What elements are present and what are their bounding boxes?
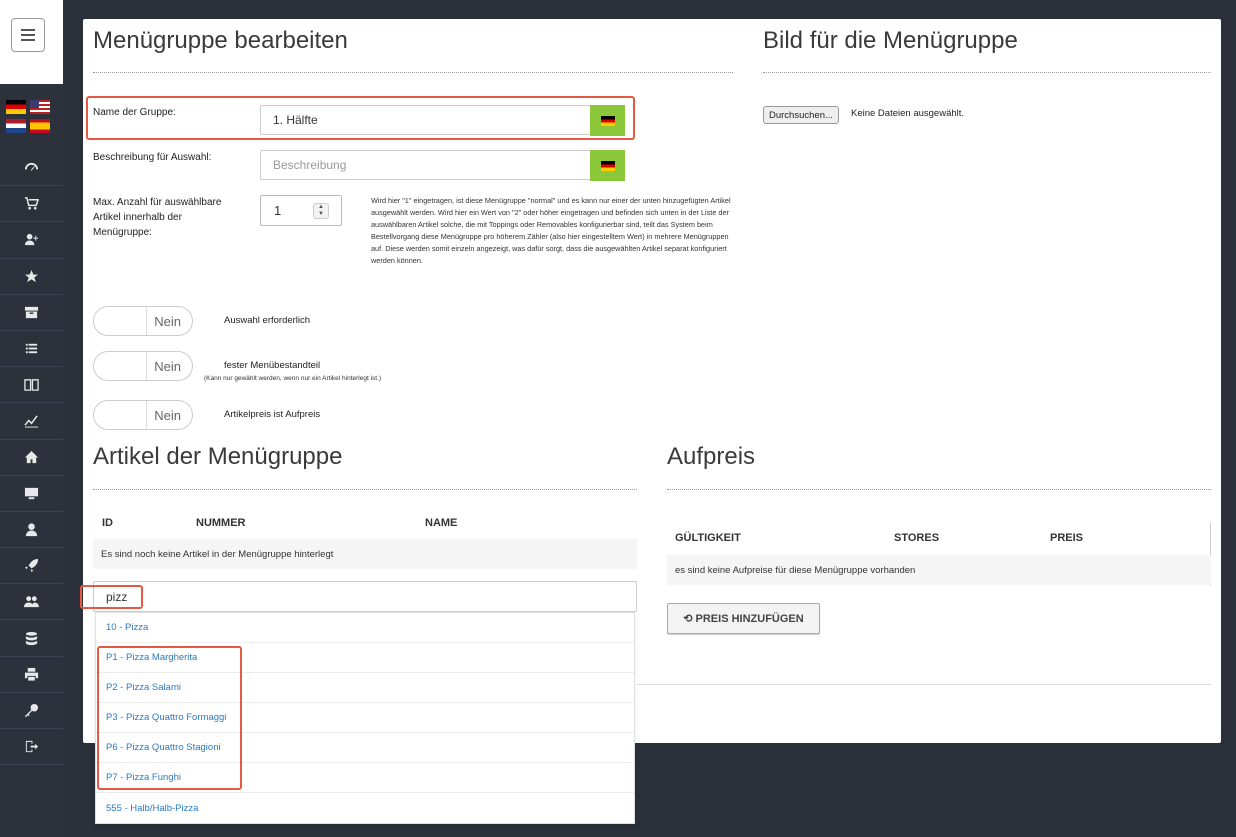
flag-de-icon — [600, 160, 615, 171]
toggle-fixed[interactable]: Nein — [93, 351, 193, 381]
sidebar-nav — [0, 150, 63, 766]
col-id[interactable]: ID — [102, 517, 113, 529]
printer-icon[interactable] — [0, 657, 63, 693]
suggestion-item[interactable]: 555 - Halb/Halb-Pizza — [96, 793, 634, 823]
add-price-label: PREIS HINZUFÜGEN — [695, 612, 804, 625]
flag-nl-icon[interactable] — [6, 119, 26, 133]
sidebar-header — [0, 0, 63, 84]
description-label: Beschreibung für Auswahl: — [93, 152, 212, 163]
monitor-icon[interactable] — [0, 476, 63, 512]
user-icon[interactable] — [0, 512, 63, 549]
divider — [637, 684, 1211, 685]
home-icon[interactable] — [0, 440, 63, 476]
toggle-required[interactable]: Nein — [93, 306, 193, 336]
flag-es-icon[interactable] — [30, 119, 50, 133]
divider — [667, 489, 1211, 490]
col-number[interactable]: NUMMER — [196, 517, 246, 529]
star-icon[interactable] — [0, 259, 63, 295]
users-icon[interactable] — [0, 584, 63, 621]
highlight-box — [97, 646, 242, 790]
toggle-fixed-label: fester Menübestandteil — [224, 360, 321, 371]
gauge-icon[interactable] — [0, 150, 63, 187]
col-validity[interactable]: GÜLTIGKEIT — [675, 532, 741, 544]
max-count-input[interactable]: 1 ▲ ▼ — [260, 195, 342, 226]
cart-icon[interactable] — [0, 186, 63, 223]
max-count-value: 1 — [274, 203, 282, 218]
articles-empty-row: Es sind noch keine Artikel in der Menügr… — [93, 539, 637, 569]
add-price-button[interactable]: ⟲ PREIS HINZUFÜGEN — [667, 603, 820, 634]
toggle-state: Nein — [154, 358, 181, 374]
toggle-state: Nein — [154, 313, 181, 329]
divider — [763, 72, 1211, 73]
logout-icon[interactable] — [0, 729, 63, 766]
toggle-fixed-note: (Kann nur gewählt werden, wenn nur ein A… — [204, 375, 382, 382]
help-text: Wird hier "1" eingetragen, ist diese Men… — [371, 196, 731, 265]
flag-us-icon[interactable] — [30, 100, 50, 114]
name-language-button[interactable] — [590, 105, 625, 136]
toggle-surcharge-label: Artikelpreis ist Aufpreis — [224, 409, 321, 420]
surcharge-title: Aufpreis — [667, 443, 756, 470]
col-name[interactable]: NAME — [425, 517, 457, 529]
sidebar — [0, 0, 63, 837]
divider — [93, 489, 637, 490]
database-icon[interactable] — [0, 620, 63, 657]
browse-button[interactable]: Durchsuchen... — [763, 106, 839, 124]
stepper-icon[interactable]: ▲ ▼ — [313, 203, 329, 219]
no-file-label: Keine Dateien ausgewählt. — [851, 108, 965, 119]
menu-toggle-button[interactable] — [11, 18, 45, 52]
divider — [93, 72, 733, 73]
surcharge-empty-row: es sind keine Aufpreise für diese Menügr… — [667, 555, 1211, 585]
image-title: Bild für die Menügruppe — [763, 27, 1018, 54]
rocket-icon[interactable] — [0, 548, 63, 585]
archive-icon[interactable] — [0, 295, 63, 331]
toggle-state: Nein — [154, 407, 181, 423]
suggestion-item[interactable]: 10 - Pizza — [96, 613, 634, 643]
col-stores[interactable]: STORES — [894, 532, 939, 544]
highlight-box — [80, 585, 143, 609]
edit-title: Menügruppe bearbeiten — [93, 27, 348, 54]
book-icon[interactable] — [0, 367, 63, 404]
name-input[interactable]: 1. Hälfte — [260, 105, 592, 135]
description-language-button[interactable] — [590, 150, 625, 181]
flag-de-icon[interactable] — [6, 100, 26, 114]
flag-de-icon — [600, 115, 615, 126]
articles-title: Artikel der Menügruppe — [93, 443, 343, 470]
add-user-icon[interactable] — [0, 222, 63, 259]
col-price[interactable]: PREIS — [1050, 532, 1083, 544]
toggle-surcharge[interactable]: Nein — [93, 400, 193, 430]
name-label: Name der Gruppe: — [93, 107, 176, 118]
toggle-required-label: Auswahl erforderlich — [224, 315, 311, 326]
chart-icon[interactable] — [0, 403, 63, 440]
list-icon[interactable] — [0, 331, 63, 368]
article-search-input[interactable]: pizz — [93, 581, 637, 612]
refresh-icon: ⟲ — [683, 613, 693, 625]
description-input[interactable]: Beschreibung — [260, 150, 592, 180]
max-label: Max. Anzahl für auswählbare Artikel inne… — [93, 197, 222, 238]
key-icon[interactable] — [0, 693, 63, 729]
